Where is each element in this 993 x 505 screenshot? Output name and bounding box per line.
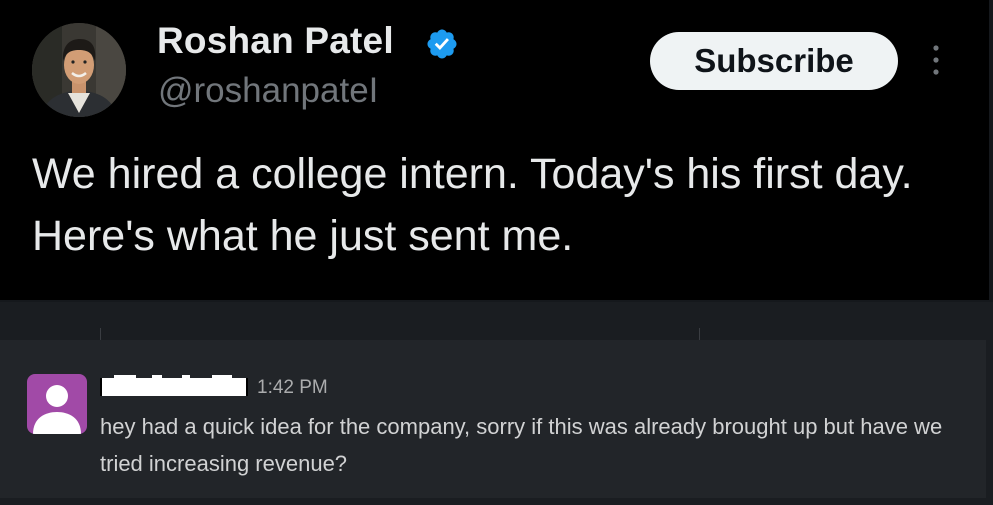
message-text: hey had a quick idea for the company, so…	[100, 414, 943, 476]
author-handle[interactable]: @roshanpateI	[158, 71, 378, 111]
tweet-card: Roshan Patel @roshanpateI Subscribe We h…	[0, 0, 993, 302]
user-silhouette-icon	[33, 385, 81, 434]
profile-photo	[32, 23, 126, 117]
tweet-text: We hired a college intern. Today's his f…	[32, 150, 913, 260]
author-avatar[interactable]	[32, 23, 126, 117]
author-display-name[interactable]: Roshan Patel	[157, 20, 394, 62]
default-user-avatar-icon[interactable]	[27, 374, 87, 434]
verified-badge-icon	[427, 29, 457, 59]
screenshot: Roshan Patel @roshanpateI Subscribe We h…	[0, 0, 993, 505]
more-vertical-icon[interactable]	[924, 42, 948, 82]
subscribe-button[interactable]: Subscribe	[650, 32, 898, 90]
bottom-edge	[0, 498, 993, 505]
sender-name-redacted	[100, 378, 248, 396]
message-timestamp[interactable]: 1:42 PM	[257, 377, 328, 399]
